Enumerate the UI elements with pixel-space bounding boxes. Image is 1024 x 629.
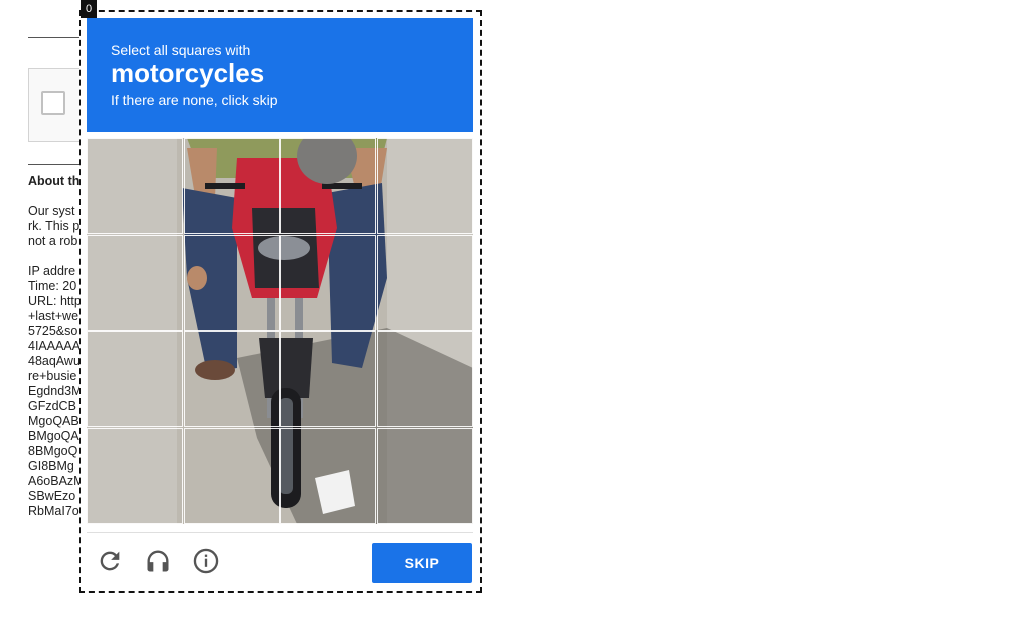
request-detail-line: +last+we — [28, 309, 79, 323]
grid-tile-6[interactable] — [183, 234, 280, 331]
request-detail-line: 48aqAwu — [28, 354, 80, 368]
grid-tile-13[interactable] — [87, 427, 183, 524]
grid-tile-8[interactable] — [376, 234, 473, 331]
challenge-header: Select all squares with motorcycles If t… — [87, 18, 473, 132]
skip-button[interactable]: SKIP — [372, 543, 472, 583]
grid-tile-4[interactable] — [376, 138, 473, 234]
grid-tile-1[interactable] — [87, 138, 183, 234]
recaptcha-checkbox[interactable] — [41, 91, 65, 115]
request-detail-line: URL: http — [28, 294, 81, 308]
grid-tile-16[interactable] — [376, 427, 473, 524]
grid-tile-7[interactable] — [280, 234, 376, 331]
grid-tile-3[interactable] — [280, 138, 376, 234]
request-detail-line: 5725&so — [28, 324, 78, 338]
request-detail-line: SBwEzo — [28, 489, 76, 503]
info-icon[interactable] — [192, 547, 220, 575]
about-paragraph-line: rk. This p — [28, 219, 80, 233]
image-grid — [87, 138, 473, 524]
request-detail-line: Egdnd3M — [28, 384, 82, 398]
target-object: motorcycles — [111, 58, 265, 88]
request-detail-line: IP addre — [28, 264, 76, 278]
grid-tile-11[interactable] — [280, 331, 376, 427]
headphones-icon[interactable] — [144, 547, 172, 575]
skip-hint: If there are none, click skip — [111, 92, 278, 108]
grid-tile-15[interactable] — [280, 427, 376, 524]
grid-tile-12[interactable] — [376, 331, 473, 427]
request-detail-line: BMgoQA — [28, 429, 79, 443]
grid-tile-2[interactable] — [183, 138, 280, 234]
about-paragraph-line: not a rob — [28, 234, 78, 248]
request-detail-line: re+busie — [28, 369, 77, 383]
request-detail-line: GI8BMg — [28, 459, 74, 473]
grid-tile-10[interactable] — [183, 331, 280, 427]
instruction-text: Select all squares with — [111, 42, 251, 58]
request-detail-line: MgoQAB — [28, 414, 79, 428]
request-detail-line: GFzdCB — [28, 399, 76, 413]
reload-icon[interactable] — [96, 547, 124, 575]
request-detail-line: A6oBAzM — [28, 474, 84, 488]
request-detail-line: RbMaI7o — [28, 504, 79, 518]
request-detail-line: 4IAAAAA — [28, 339, 81, 353]
about-paragraph-line: Our syst — [28, 204, 75, 218]
grid-tile-9[interactable] — [87, 331, 183, 427]
grid-tile-5[interactable] — [87, 234, 183, 331]
frame-index-badge: 0 — [81, 0, 97, 18]
request-detail-line: 8BMgoQ — [28, 444, 78, 458]
challenge-footer: SKIP — [87, 532, 473, 589]
request-detail-line: Time: 20 — [28, 279, 77, 293]
grid-tile-14[interactable] — [183, 427, 280, 524]
about-heading: About th — [28, 174, 80, 188]
